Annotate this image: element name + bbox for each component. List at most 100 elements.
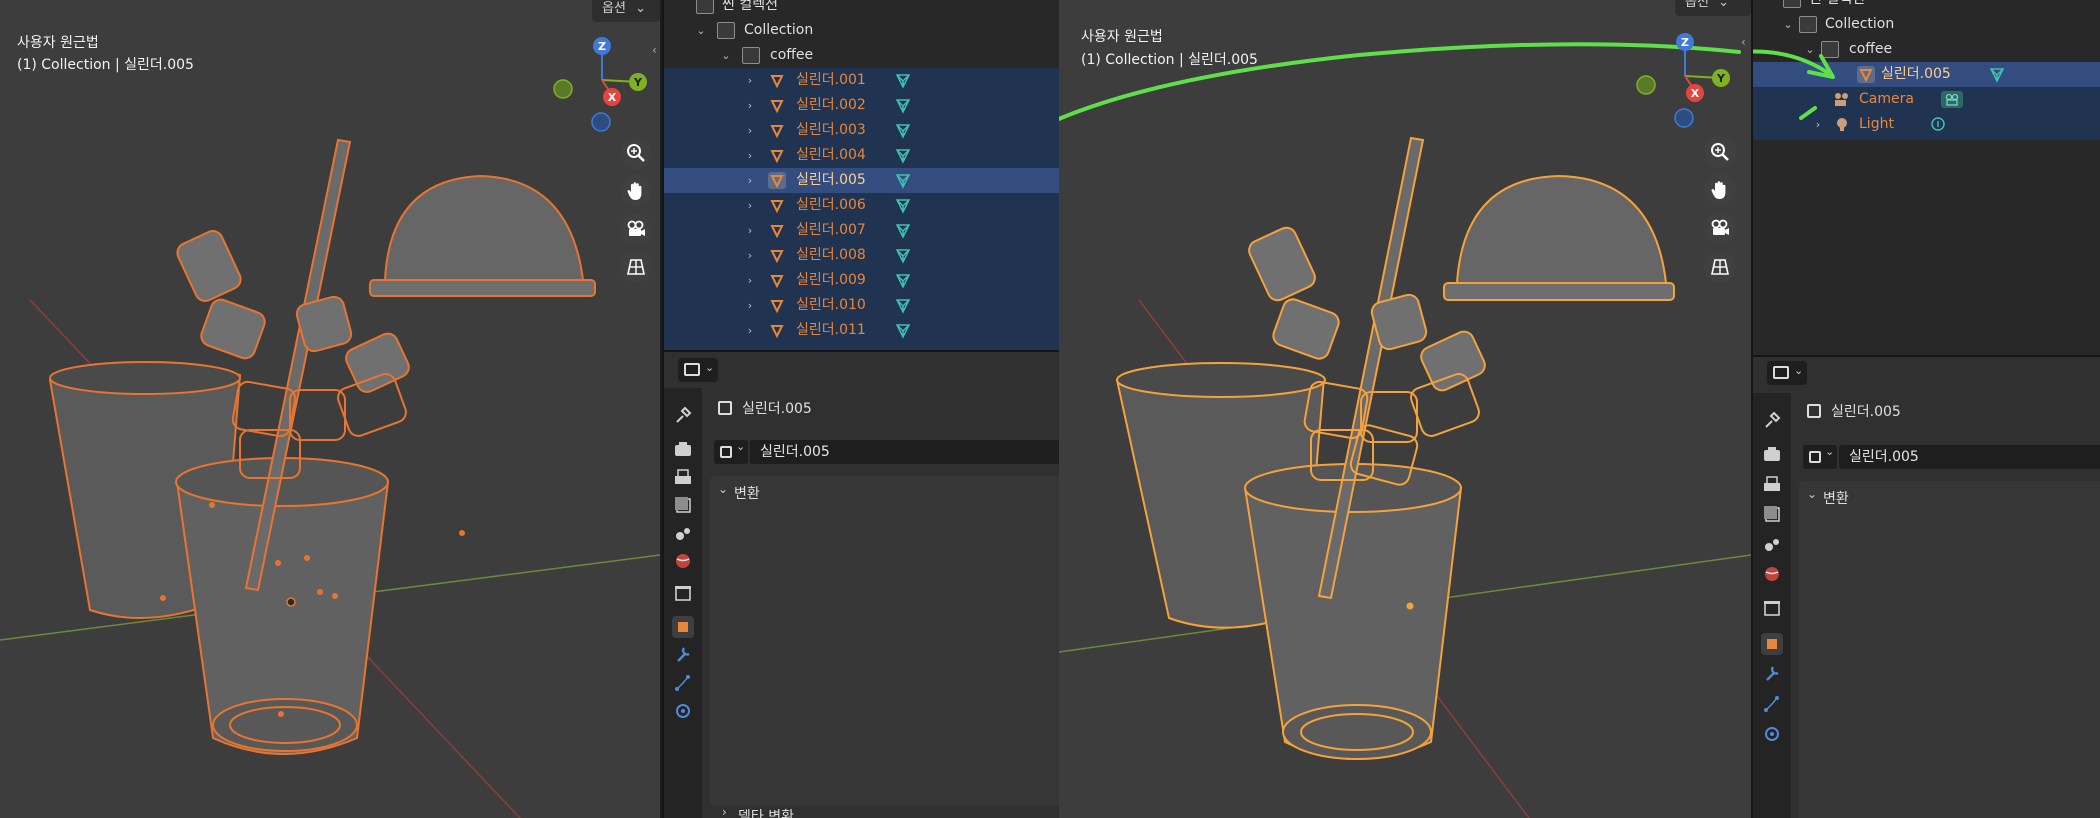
render-icon[interactable]: [672, 438, 694, 460]
tool-icon[interactable]: [1761, 409, 1783, 431]
outliner-item[interactable]: › 실린더.003: [664, 118, 1059, 143]
options-button[interactable]: 옵션 ⌄: [1675, 0, 1751, 16]
editor-type-button[interactable]: ⌄: [678, 358, 718, 382]
scene-collection-label: 씬 컬렉션: [722, 0, 778, 13]
pan-button[interactable]: [1704, 174, 1736, 206]
properties-editor[interactable]: ⌄ 실린더.005 ⌄ 실린더.005 ⌄ 변환 › 델타 변환: [662, 350, 1059, 818]
navigation-gizmo[interactable]: Z Y X: [1631, 30, 1741, 140]
collection-row[interactable]: ⌄ Collection: [664, 18, 1059, 43]
outliner-item[interactable]: › 실린더.011: [664, 318, 1059, 343]
coffee-collection-row[interactable]: ⌄ coffee: [664, 43, 1059, 68]
outliner-item[interactable]: › 실린더.004: [664, 143, 1059, 168]
output-icon[interactable]: [672, 466, 694, 488]
chevron-right-icon[interactable]: ›: [743, 168, 757, 193]
scene-collection-icon: [1783, 0, 1801, 8]
outliner-item[interactable]: › 실린더.010: [664, 293, 1059, 318]
outliner[interactable]: 씬 컬렉션 ⌄ Collection ⌄ coffee › 실린더.001 › 실린더…: [662, 0, 1059, 350]
outliner-item[interactable]: › 실린더.009: [664, 268, 1059, 293]
projection-button[interactable]: [1704, 251, 1736, 283]
mesh-data-icon[interactable]: [894, 197, 912, 214]
cylinder-object-icon: [770, 325, 784, 339]
object-icon[interactable]: [672, 616, 694, 638]
outliner-item[interactable]: › 실린더.008: [664, 243, 1059, 268]
camera-view-button[interactable]: [620, 213, 652, 245]
outliner-item[interactable]: › 실린더.007: [664, 218, 1059, 243]
scene-collection-row[interactable]: 씬 컬렉션: [1753, 0, 2100, 12]
chevron-right-icon[interactable]: ›: [743, 218, 757, 243]
pan-button[interactable]: [620, 175, 652, 207]
mesh-data-icon[interactable]: [894, 272, 912, 289]
physics-icon[interactable]: [1761, 723, 1783, 745]
physics-icon[interactable]: [672, 700, 694, 722]
outliner-item[interactable]: › 실린더.001: [664, 68, 1059, 93]
chevron-right-icon[interactable]: ›: [743, 193, 757, 218]
camera-data-icon[interactable]: [1941, 91, 1963, 108]
main-cup: [175, 457, 390, 755]
chevron-right-icon[interactable]: ›: [743, 118, 757, 143]
object-name-field[interactable]: 실린더.005: [1839, 445, 2100, 469]
modifier-icon[interactable]: [672, 644, 694, 666]
light-data-icon[interactable]: [1929, 116, 1947, 133]
options-button[interactable]: 옵션 ⌄: [592, 0, 660, 22]
outliner-item-label: 실린더.006: [796, 197, 866, 213]
view-layer-icon[interactable]: [672, 494, 694, 516]
chevron-down-icon[interactable]: ⌄: [719, 43, 733, 68]
object-icon[interactable]: [1761, 633, 1783, 655]
mesh-data-icon[interactable]: [894, 72, 912, 89]
chevron-down-icon[interactable]: ⌄: [694, 18, 708, 43]
mesh-data-icon[interactable]: [1988, 66, 2006, 83]
chevron-right-icon[interactable]: ›: [743, 243, 757, 268]
chevron-right-icon[interactable]: ›: [743, 68, 757, 93]
outliner-item[interactable]: › 실린더.002: [664, 93, 1059, 118]
chevron-right-icon[interactable]: ›: [743, 268, 757, 293]
particles-icon[interactable]: [672, 672, 694, 694]
particles-icon[interactable]: [1761, 693, 1783, 715]
object-selector[interactable]: ⌄: [1803, 445, 1837, 469]
scene-icon[interactable]: [672, 522, 694, 544]
world-icon[interactable]: [672, 550, 694, 572]
mesh-data-icon[interactable]: [894, 172, 912, 189]
outliner[interactable]: 씬 컬렉션 ⌄ Collection ⌄ coffee 실린더.005 Came…: [1751, 0, 2100, 355]
zoom-button[interactable]: [620, 137, 652, 169]
view-layer-icon[interactable]: [1761, 503, 1783, 525]
transform-panel[interactable]: ⌄ 변환: [710, 476, 1059, 806]
world-icon[interactable]: [1761, 563, 1783, 585]
mesh-data-icon[interactable]: [894, 222, 912, 239]
tool-icon[interactable]: [672, 404, 694, 426]
collection-prop-icon[interactable]: [672, 582, 694, 604]
navigation-gizmo[interactable]: Z Y X: [548, 34, 658, 144]
delta-transform-panel[interactable]: › 델타 변환: [710, 804, 1059, 818]
output-icon[interactable]: [1761, 473, 1783, 495]
mesh-data-icon[interactable]: [894, 147, 912, 164]
mesh-data-icon[interactable]: [894, 97, 912, 114]
view-context-label: (1) Collection | 실린더.005: [17, 57, 194, 73]
outliner-item[interactable]: › 실린더.006: [664, 193, 1059, 218]
chevron-right-icon[interactable]: ›: [743, 143, 757, 168]
scene-icon[interactable]: [1761, 533, 1783, 555]
render-icon[interactable]: [1761, 443, 1783, 465]
mesh-data-icon[interactable]: [894, 247, 912, 264]
editor-type-button[interactable]: ⌄: [1767, 361, 1807, 385]
properties-editor[interactable]: ⌄ 실린더.005 ⌄ 실린더.005 ⌄ 변환: [1751, 355, 2100, 818]
sidebar-toggle-icon[interactable]: ‹: [1741, 35, 1751, 57]
projection-button[interactable]: [620, 251, 652, 283]
transform-panel[interactable]: ⌄ 변환: [1799, 481, 2100, 818]
camera-view-button[interactable]: [1704, 212, 1736, 244]
mesh-data-icon[interactable]: [894, 322, 912, 339]
chevron-right-icon[interactable]: ›: [743, 293, 757, 318]
mesh-data-icon[interactable]: [894, 297, 912, 314]
outliner-item[interactable]: › 실린더.005: [664, 168, 1059, 193]
modifier-icon[interactable]: [1761, 663, 1783, 685]
3d-viewport[interactable]: 사용자 원근법 (1) Collection | 실린더.005 옵션 ⌄ ‹ …: [1059, 0, 1751, 818]
3d-viewport[interactable]: 사용자 원근법 (1) Collection | 실린더.005 옵션 ⌄ ‹ …: [0, 0, 660, 818]
collection-prop-icon[interactable]: [1761, 597, 1783, 619]
chevron-right-icon[interactable]: ›: [743, 93, 757, 118]
mesh-data-icon[interactable]: [894, 122, 912, 139]
object-name-field[interactable]: 실린더.005: [750, 440, 1059, 464]
object-selector[interactable]: ⌄: [714, 440, 748, 464]
chevron-right-icon[interactable]: ›: [743, 318, 757, 343]
scene-collection-row[interactable]: 씬 컬렉션: [664, 0, 1059, 18]
transform-panel-title: 변환: [1823, 491, 1849, 507]
view-mode-label: 사용자 원근법: [1081, 29, 1163, 45]
zoom-button[interactable]: [1704, 136, 1736, 168]
